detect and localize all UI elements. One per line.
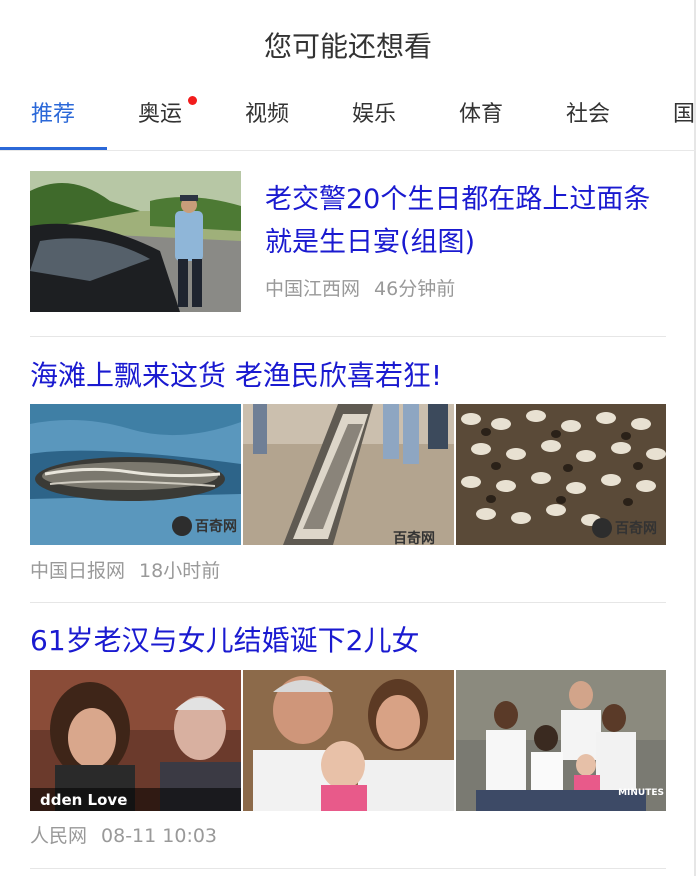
divider-1 [30,336,666,337]
article-2-image-2[interactable]: 百奇网 [243,404,454,545]
active-tab-underline [0,147,107,150]
article-1-text: 老交警20个生日都在路上过面条就是生日宴(组图) 中国江西网 46分钟前 [265,178,665,301]
article-3-title[interactable]: 61岁老汉与女儿结婚诞下2儿女 [30,619,666,662]
divider-3 [30,868,666,869]
article-3-source: 人民网 [30,825,88,847]
article-3-image-3[interactable]: MINUTES [456,670,666,811]
tab-international[interactable]: 国 [673,96,695,128]
article-2-image-2-watermark: 百奇网 [393,531,435,545]
article-3-meta: 人民网 08-11 10:03 [30,821,231,848]
page-title: 您可能还想看 [263,30,432,63]
tab-society[interactable]: 社会 [566,96,610,128]
article-2-time: 18小时前 [139,560,221,582]
page-header: 您可能还想看 [0,0,696,90]
tab-entertainment[interactable]: 娱乐 [352,96,396,128]
article-2-title[interactable]: 海滩上飘来这货 老渔民欣喜若狂! [30,354,666,397]
article-1-time: 46分钟前 [374,278,456,300]
article-1-source: 中国江西网 [265,278,361,300]
article-1-thumbnail[interactable] [30,171,241,312]
article-2-image-1-watermark: 百奇网 [195,519,237,535]
article-3-image-1-caption: dden Love [40,791,128,809]
tab-sports[interactable]: 体育 [459,96,503,128]
tab-video[interactable]: 视频 [245,96,289,128]
article-3-image-2[interactable] [243,670,454,811]
article-2-image-3-watermark: 百奇网 [615,521,657,537]
article-3-image-1[interactable]: dden Love [30,670,241,811]
article-3-time: 08-11 10:03 [101,825,218,847]
article-3-image-3-caption: MINUTES [618,788,664,798]
article-2-source: 中国日报网 [30,560,126,582]
article-2-image-1[interactable]: 百奇网 [30,404,241,545]
divider-2 [30,602,666,603]
article-2-image-3[interactable]: 百奇网 [456,404,666,545]
article-2: 海滩上飘来这货 老渔民欣喜若狂! [30,354,666,397]
article-1-title[interactable]: 老交警20个生日都在路上过面条就是生日宴(组图) [265,178,665,264]
category-tab-bar: 推荐 奥运 视频 娱乐 体育 社会 国 [0,90,696,151]
article-2-meta: 中国日报网 18小时前 [30,556,234,583]
tab-olympics-badge-dot [188,96,197,105]
article-3: 61岁老汉与女儿结婚诞下2儿女 [30,619,666,662]
tab-olympics[interactable]: 奥运 [138,96,182,128]
article-1-meta: 中国江西网 46分钟前 [265,274,665,301]
tab-recommended[interactable]: 推荐 [31,96,75,128]
